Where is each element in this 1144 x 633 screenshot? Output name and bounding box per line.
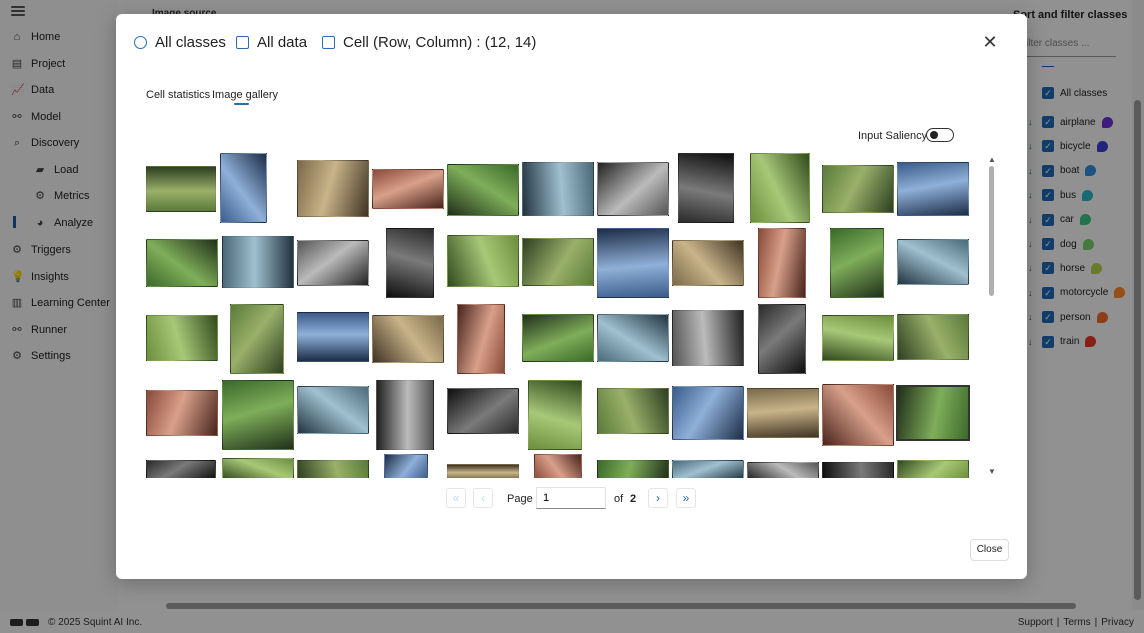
gallery-image-19[interactable]	[672, 240, 744, 286]
gallery-image-51[interactable]	[597, 460, 669, 478]
gallery-image-3[interactable]	[297, 160, 369, 217]
gallery-image-13[interactable]	[222, 236, 294, 288]
header-classes: All classes	[134, 33, 226, 51]
gallery-image-24[interactable]	[230, 304, 284, 374]
gallery-image-23[interactable]	[146, 315, 218, 361]
gallery-image-33[interactable]	[897, 314, 969, 360]
gallery-image-30[interactable]	[672, 310, 744, 366]
gallery-image-20[interactable]	[758, 228, 806, 298]
of-label: of	[614, 493, 624, 505]
close-icon[interactable]: ✕	[982, 33, 998, 51]
gallery-image-26[interactable]	[372, 315, 444, 363]
gallery-image-55[interactable]	[897, 460, 969, 478]
tab-image-gallery[interactable]: Image gallery	[212, 89, 278, 101]
data-icon	[236, 35, 249, 49]
scroll-up-icon[interactable]: ▲	[986, 156, 998, 164]
gallery-image-10[interactable]	[822, 165, 894, 213]
active-tab-underline	[234, 103, 249, 105]
classes-icon	[134, 35, 147, 49]
gallery-scrollbar[interactable]: ▲ ▼	[986, 156, 998, 476]
gallery-image-8[interactable]	[678, 153, 734, 223]
gallery-image-21[interactable]	[830, 228, 884, 298]
gallery-image-14[interactable]	[297, 240, 369, 286]
gallery-image-2[interactable]	[220, 153, 267, 223]
gallery-image-45[interactable]	[146, 460, 216, 478]
gallery-image-18[interactable]	[597, 228, 669, 298]
scroll-down-icon[interactable]: ▼	[986, 468, 998, 476]
gallery-image-40[interactable]	[597, 388, 669, 434]
gallery-image-39[interactable]	[528, 380, 582, 450]
gallery-image-6[interactable]	[522, 162, 594, 216]
header-data: All data	[236, 33, 307, 51]
gallery-image-44[interactable]	[896, 385, 970, 441]
gallery-image-17[interactable]	[522, 238, 594, 286]
gallery-image-46[interactable]	[222, 458, 294, 478]
first-page-icon[interactable]: «	[446, 488, 466, 508]
gallery-image-47[interactable]	[297, 460, 369, 478]
gallery-image-34[interactable]	[146, 390, 218, 436]
input-saliency-label: Input Saliency	[858, 130, 928, 142]
gallery-image-32[interactable]	[822, 315, 894, 361]
header-data-text: All data	[257, 33, 308, 51]
gallery-image-42[interactable]	[747, 388, 819, 438]
gallery-image-1[interactable]	[146, 166, 216, 212]
gallery-image-22[interactable]	[897, 239, 969, 285]
gallery-image-52[interactable]	[672, 460, 744, 478]
gallery-image-49[interactable]	[447, 464, 519, 478]
last-page-icon[interactable]: »	[676, 488, 696, 508]
gallery-image-27[interactable]	[457, 304, 505, 374]
cell-icon	[322, 35, 335, 49]
gallery-image-28[interactable]	[522, 314, 594, 362]
gallery-image-15[interactable]	[386, 228, 434, 298]
gallery-image-11[interactable]	[897, 162, 969, 216]
image-gallery	[144, 152, 974, 478]
tab-cell-statistics[interactable]: Cell statistics	[146, 89, 210, 101]
gallery-image-7[interactable]	[597, 162, 669, 216]
gallery-image-9[interactable]	[750, 153, 810, 223]
prev-page-icon[interactable]: ‹	[473, 488, 493, 508]
input-saliency-toggle[interactable]	[926, 128, 954, 142]
gallery-image-31[interactable]	[758, 304, 806, 374]
gallery-image-36[interactable]	[297, 386, 369, 434]
gallery-image-41[interactable]	[672, 386, 744, 440]
total-pages: 2	[630, 493, 637, 505]
gallery-image-12[interactable]	[146, 239, 218, 287]
gallery-image-50[interactable]	[534, 454, 582, 478]
gallery-image-25[interactable]	[297, 312, 369, 362]
page-number-input[interactable]	[536, 487, 606, 509]
close-button[interactable]: Close	[970, 539, 1009, 561]
gallery-image-48[interactable]	[384, 454, 428, 478]
header-classes-text: All classes	[155, 33, 226, 51]
cell-dialog: All classes All data Cell (Row, Column) …	[116, 14, 1027, 579]
gallery-image-38[interactable]	[447, 388, 519, 434]
gallery-image-16[interactable]	[447, 235, 519, 287]
gallery-image-4[interactable]	[372, 169, 444, 209]
gallery-image-43[interactable]	[822, 384, 894, 446]
page-label: Page	[507, 493, 533, 505]
gallery-image-5[interactable]	[447, 164, 519, 216]
gallery-image-37[interactable]	[376, 380, 434, 450]
gallery-image-35[interactable]	[222, 380, 294, 450]
gallery-image-54[interactable]	[822, 462, 894, 478]
gallery-image-29[interactable]	[597, 314, 669, 362]
next-page-icon[interactable]: ›	[648, 488, 668, 508]
gallery-image-53[interactable]	[747, 462, 819, 478]
header-cell-text: Cell (Row, Column) : (12, 14)	[343, 33, 537, 51]
header-cell: Cell (Row, Column) : (12, 14)	[322, 33, 536, 51]
